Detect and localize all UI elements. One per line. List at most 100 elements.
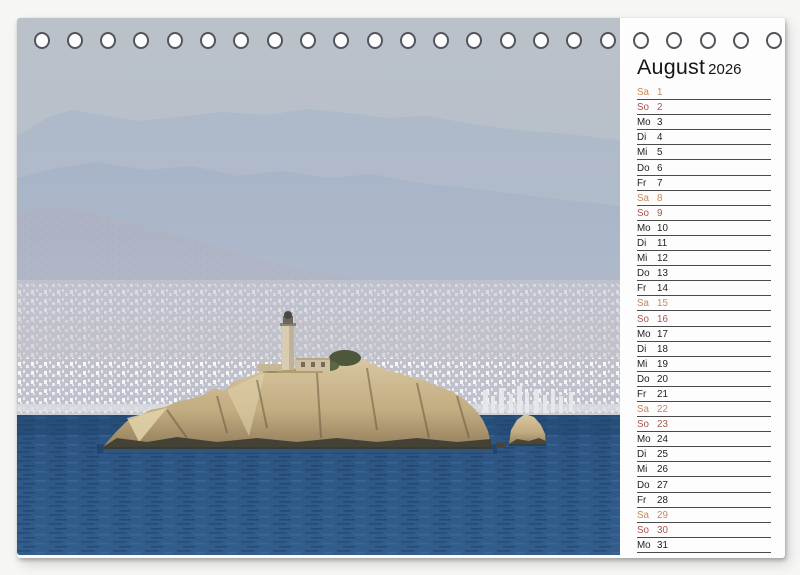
weekday-label: Mo <box>637 223 657 234</box>
weekday-label: So <box>637 525 657 536</box>
day-row: Mi 26 <box>637 462 771 477</box>
day-number: 26 <box>657 464 668 475</box>
weekday-label: Di <box>637 344 657 355</box>
binding-hole <box>167 32 183 49</box>
day-number: 13 <box>657 268 668 279</box>
weekday-label: Do <box>637 163 657 174</box>
day-row: Fr 7 <box>637 176 771 191</box>
weekday-label: Di <box>637 238 657 249</box>
day-number: 1 <box>657 87 662 98</box>
day-number: 16 <box>657 314 668 325</box>
binding-hole <box>700 32 716 49</box>
day-row: Sa 1 <box>637 85 771 100</box>
weekday-label: Fr <box>637 389 657 400</box>
day-row: Sa 15 <box>637 296 771 311</box>
day-number: 11 <box>657 238 667 249</box>
day-row: Fr 28 <box>637 493 771 508</box>
day-row: So 2 <box>637 100 771 115</box>
weekday-label: Di <box>637 132 657 143</box>
day-row: Mo 24 <box>637 432 771 447</box>
month-title: August2026 <box>637 55 771 83</box>
day-row: Do 13 <box>637 266 771 281</box>
day-row: So 9 <box>637 206 771 221</box>
weekday-label: Mi <box>637 464 657 475</box>
binding-hole <box>200 32 216 49</box>
binding-hole <box>733 32 749 49</box>
calendar-panel: August2026 Sa 1 So 2 Mo 3 Di 4 Mi 5 Do 6… <box>620 18 785 558</box>
weekday-label: Di <box>637 449 657 460</box>
day-number: 20 <box>657 374 668 385</box>
binding-hole <box>267 32 283 49</box>
weekday-label: Sa <box>637 87 657 98</box>
day-number: 15 <box>657 298 668 309</box>
binding-hole <box>533 32 549 49</box>
day-number: 28 <box>657 495 668 506</box>
day-number: 19 <box>657 359 668 370</box>
calendar-page: August2026 Sa 1 So 2 Mo 3 Di 4 Mi 5 Do 6… <box>17 18 785 558</box>
day-number: 23 <box>657 419 668 430</box>
day-number: 14 <box>657 283 668 294</box>
weekday-label: Mo <box>637 540 657 551</box>
day-number: 24 <box>657 434 668 445</box>
day-row: Mi 12 <box>637 251 771 266</box>
binding-hole <box>433 32 449 49</box>
day-row: So 16 <box>637 311 771 326</box>
day-row: Fr 14 <box>637 281 771 296</box>
binding-hole <box>34 32 50 49</box>
weekday-label: Fr <box>637 495 657 506</box>
day-row: So 30 <box>637 523 771 538</box>
day-row: Di 11 <box>637 236 771 251</box>
weekday-label: Mi <box>637 253 657 264</box>
day-number: 9 <box>657 208 662 219</box>
binding-hole <box>633 32 649 49</box>
weekday-label: Mo <box>637 117 657 128</box>
day-number: 27 <box>657 480 668 491</box>
day-number: 10 <box>657 223 668 234</box>
day-number: 6 <box>657 163 662 174</box>
binding-hole <box>400 32 416 49</box>
weekday-label: Mo <box>637 434 657 445</box>
year-label: 2026 <box>708 61 741 78</box>
weekday-label: Sa <box>637 510 657 521</box>
binding-hole <box>100 32 116 49</box>
weekday-label: Sa <box>637 193 657 204</box>
weekday-label: Sa <box>637 298 657 309</box>
day-row: Mi 19 <box>637 357 771 372</box>
day-row: Mi 5 <box>637 145 771 160</box>
day-row: Do 27 <box>637 477 771 492</box>
day-number: 31 <box>657 540 668 551</box>
weekday-label: So <box>637 314 657 325</box>
day-number: 7 <box>657 178 662 189</box>
binding-hole <box>67 32 83 49</box>
weekday-label: So <box>637 208 657 219</box>
day-number: 18 <box>657 344 668 355</box>
day-row: Sa 22 <box>637 402 771 417</box>
day-row: Mo 31 <box>637 538 771 553</box>
product-backdrop: August2026 Sa 1 So 2 Mo 3 Di 4 Mi 5 Do 6… <box>0 0 800 575</box>
day-row: Do 6 <box>637 160 771 175</box>
day-number: 5 <box>657 147 662 158</box>
day-row: So 23 <box>637 417 771 432</box>
day-row: Do 20 <box>637 372 771 387</box>
weekday-label: Do <box>637 480 657 491</box>
day-list: Sa 1 So 2 Mo 3 Di 4 Mi 5 Do 6 Fr 7 Sa 8 … <box>637 85 771 553</box>
weekday-label: Mo <box>637 329 657 340</box>
day-number: 2 <box>657 102 662 113</box>
weekday-label: So <box>637 102 657 113</box>
weekday-label: Mi <box>637 359 657 370</box>
weekday-label: So <box>637 419 657 430</box>
day-row: Di 25 <box>637 447 771 462</box>
weekday-label: Do <box>637 374 657 385</box>
day-row: Sa 8 <box>637 191 771 206</box>
day-row: Mo 3 <box>637 115 771 130</box>
day-row: Di 18 <box>637 342 771 357</box>
day-row: Di 4 <box>637 130 771 145</box>
weekday-label: Sa <box>637 404 657 415</box>
day-number: 4 <box>657 132 662 143</box>
day-number: 22 <box>657 404 668 415</box>
day-number: 3 <box>657 117 662 128</box>
day-row: Mo 17 <box>637 327 771 342</box>
day-number: 21 <box>657 389 668 400</box>
binding-hole <box>766 32 782 49</box>
day-row: Sa 29 <box>637 508 771 523</box>
